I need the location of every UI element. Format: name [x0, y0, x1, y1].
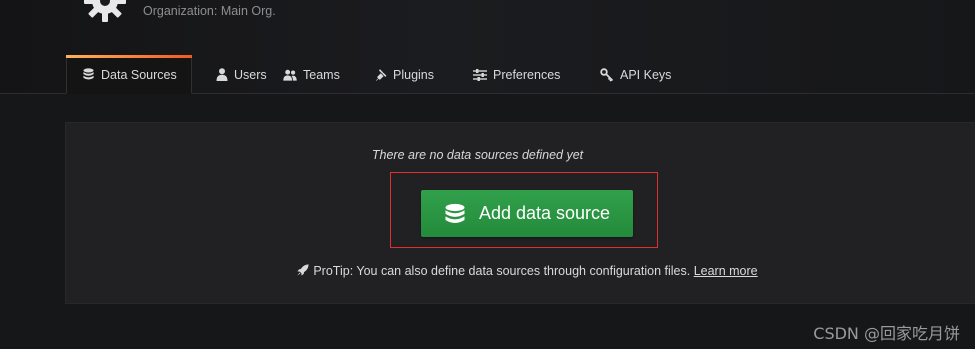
- tab-api-keys[interactable]: API Keys: [587, 55, 687, 94]
- protip: ProTip: You can also define data sources…: [0, 264, 975, 278]
- rocket-icon: [297, 264, 309, 276]
- gear-icon: [84, 0, 126, 22]
- page: Organization: Main Org. Data Sources Use…: [0, 0, 975, 349]
- add-data-source-button[interactable]: Add data source: [421, 190, 633, 237]
- tab-plugins[interactable]: Plugins: [360, 55, 460, 94]
- tab-teams[interactable]: Teams: [270, 55, 360, 94]
- tab-label: Plugins: [393, 67, 434, 82]
- database-icon: [81, 68, 95, 82]
- tab-bar: Data Sources Users Teams Plugins Prefere…: [66, 55, 687, 94]
- tab-users[interactable]: Users: [192, 55, 270, 94]
- org-subtitle: Organization: Main Org.: [143, 4, 276, 18]
- tab-label: Teams: [303, 67, 340, 82]
- tab-label: Data Sources: [101, 67, 177, 82]
- empty-state-message: There are no data sources defined yet: [371, 148, 584, 162]
- database-icon: [444, 203, 466, 225]
- users-icon: [283, 68, 297, 82]
- tab-label: API Keys: [620, 67, 672, 82]
- tab-data-sources[interactable]: Data Sources: [66, 55, 192, 94]
- add-data-source-label: Add data source: [478, 203, 611, 223]
- watermark: CSDN @回家吃月饼: [813, 324, 960, 343]
- plug-icon: [373, 68, 387, 82]
- key-icon: [600, 67, 614, 82]
- learn-more-link[interactable]: Learn more: [694, 264, 758, 278]
- tab-label: Users: [234, 67, 267, 82]
- protip-text: ProTip: You can also define data sources…: [313, 264, 691, 278]
- sliders-icon: [473, 68, 487, 82]
- tab-label: Preferences: [493, 67, 561, 82]
- user-icon: [216, 68, 228, 82]
- tab-preferences[interactable]: Preferences: [460, 55, 587, 94]
